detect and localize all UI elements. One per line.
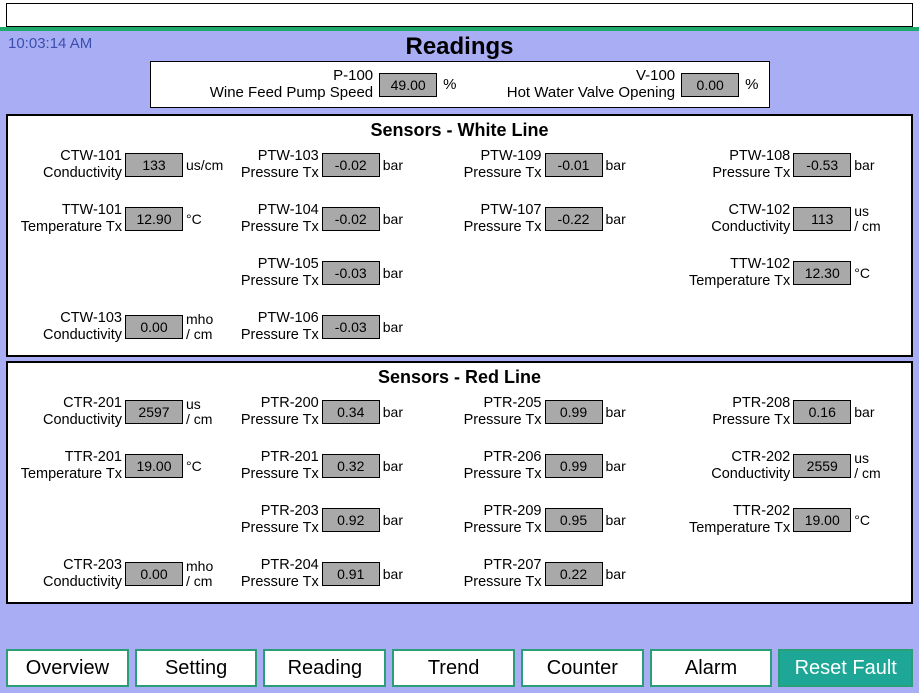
ptw-104-value[interactable]: -0.02 <box>322 207 380 231</box>
ptr-208-value[interactable]: 0.16 <box>793 400 851 424</box>
sensor-ctr-201: CTR-201Conductivity 2597 us/ cm <box>14 390 237 434</box>
nav-alarm[interactable]: Alarm <box>650 649 773 687</box>
ptr-204-value[interactable]: 0.91 <box>322 562 380 586</box>
ptw-106-value[interactable]: -0.03 <box>322 315 380 339</box>
ptw-103-value[interactable]: -0.02 <box>322 153 380 177</box>
header: 10:03:14 AM Readings P-100 Wine Feed Pum… <box>0 27 919 114</box>
sensor-ptw-104: PTW-104Pressure Tx -0.02 bar <box>237 197 460 241</box>
clock: 10:03:14 AM <box>2 33 162 52</box>
p100-label: P-100 Wine Feed Pump Speed <box>210 68 373 101</box>
nav-reading[interactable]: Reading <box>263 649 386 687</box>
sensor-ptr-201: PTR-201Pressure Tx 0.32 bar <box>237 444 460 488</box>
sensor-ptr-206: PTR-206Pressure Tx 0.99 bar <box>460 444 683 488</box>
p100-group: P-100 Wine Feed Pump Speed 49.00 % <box>161 68 457 101</box>
page-title: Readings <box>162 33 757 61</box>
setpoint-box: P-100 Wine Feed Pump Speed 49.00 % V-100… <box>150 61 770 108</box>
p100-desc: Wine Feed Pump Speed <box>210 84 373 101</box>
v100-group: V-100 Hot Water Valve Opening 0.00 % <box>463 68 759 101</box>
nav-setting[interactable]: Setting <box>135 649 258 687</box>
ttr-201-value[interactable]: 19.00 <box>125 454 183 478</box>
ctr-201-value[interactable]: 2597 <box>125 400 183 424</box>
white-grid: CTW-101Conductivity 133 us/cm PTW-103Pre… <box>14 143 905 349</box>
v100-desc: Hot Water Valve Opening <box>507 84 675 101</box>
sensor-ptw-106: PTW-106Pressure Tx -0.03 bar <box>237 305 460 349</box>
sensor-ptr-204: PTR-204Pressure Tx 0.91 bar <box>237 552 460 596</box>
ptr-201-value[interactable]: 0.32 <box>322 454 380 478</box>
hmi-app: 10:03:14 AM Readings P-100 Wine Feed Pum… <box>0 0 919 693</box>
sensor-ptr-207: PTR-207Pressure Tx 0.22 bar <box>460 552 683 596</box>
sensor-ptr-200: PTR-200Pressure Tx 0.34 bar <box>237 390 460 434</box>
nav-trend[interactable]: Trend <box>392 649 515 687</box>
ptr-203-value[interactable]: 0.92 <box>322 508 380 532</box>
p100-value[interactable]: 49.00 <box>379 73 437 97</box>
nav-overview[interactable]: Overview <box>6 649 129 687</box>
sensor-ctr-202: CTR-202Conductivity 2559 us/ cm <box>682 444 905 488</box>
ttw-102-value[interactable]: 12.30 <box>793 261 851 285</box>
sensor-ttw-102: TTW-102Temperature Tx 12.30 °C <box>682 251 905 295</box>
v100-value[interactable]: 0.00 <box>681 73 739 97</box>
panel-red: Sensors - Red Line CTR-201Conductivity 2… <box>6 361 913 604</box>
sensor-ptr-203: PTR-203Pressure Tx 0.92 bar <box>237 498 460 542</box>
sensor-ptr-205: PTR-205Pressure Tx 0.99 bar <box>460 390 683 434</box>
sensor-ptw-109: PTW-109Pressure Tx -0.01 bar <box>460 143 683 187</box>
nav-bar: Overview Setting Reading Trend Counter A… <box>0 645 919 693</box>
v100-tag: V-100 <box>507 68 675 85</box>
ptw-108-value[interactable]: -0.53 <box>793 153 851 177</box>
ptr-200-value[interactable]: 0.34 <box>322 400 380 424</box>
sensor-ptr-209: PTR-209Pressure Tx 0.95 bar <box>460 498 683 542</box>
ptw-105-value[interactable]: -0.03 <box>322 261 380 285</box>
ptr-209-value[interactable]: 0.95 <box>545 508 603 532</box>
sensor-ptw-108: PTW-108Pressure Tx -0.53 bar <box>682 143 905 187</box>
alarm-banner <box>6 3 913 27</box>
sensor-ttr-201: TTR-201Temperature Tx 19.00 °C <box>14 444 237 488</box>
panel-white-title: Sensors - White Line <box>14 120 905 141</box>
panel-red-title: Sensors - Red Line <box>14 367 905 388</box>
ctw-101-value[interactable]: 133 <box>125 153 183 177</box>
ctw-102-value[interactable]: 113 <box>793 207 851 231</box>
sensor-ctw-103: CTW-103Conductivity 0.00 mho/ cm <box>14 305 237 349</box>
sensor-ctw-102: CTW-102Conductivity 113 us/ cm <box>682 197 905 241</box>
sensor-ptw-105: PTW-105Pressure Tx -0.03 bar <box>237 251 460 295</box>
ptr-206-value[interactable]: 0.99 <box>545 454 603 478</box>
ctr-203-value[interactable]: 0.00 <box>125 562 183 586</box>
ctw-103-value[interactable]: 0.00 <box>125 315 183 339</box>
sensor-ptr-208: PTR-208Pressure Tx 0.16 bar <box>682 390 905 434</box>
panel-white: Sensors - White Line CTW-101Conductivity… <box>6 114 913 357</box>
nav-reset-fault[interactable]: Reset Fault <box>778 649 913 687</box>
sensor-ptw-103: PTW-103Pressure Tx -0.02 bar <box>237 143 460 187</box>
ptw-109-value[interactable]: -0.01 <box>545 153 603 177</box>
nav-counter[interactable]: Counter <box>521 649 644 687</box>
v100-unit: % <box>745 76 758 93</box>
sensor-ttw-101: TTW-101Temperature Tx 12.90 °C <box>14 197 237 241</box>
sensor-ctw-101: CTW-101Conductivity 133 us/cm <box>14 143 237 187</box>
sensor-ctr-203: CTR-203Conductivity 0.00 mho/ cm <box>14 552 237 596</box>
ptw-107-value[interactable]: -0.22 <box>545 207 603 231</box>
ttr-202-value[interactable]: 19.00 <box>793 508 851 532</box>
time-row: 10:03:14 AM Readings <box>2 33 917 61</box>
ptr-205-value[interactable]: 0.99 <box>545 400 603 424</box>
v100-label: V-100 Hot Water Valve Opening <box>507 68 675 101</box>
ttw-101-value[interactable]: 12.90 <box>125 207 183 231</box>
sensor-ptw-107: PTW-107Pressure Tx -0.22 bar <box>460 197 683 241</box>
p100-unit: % <box>443 76 456 93</box>
p100-tag: P-100 <box>210 68 373 85</box>
red-grid: CTR-201Conductivity 2597 us/ cm PTR-200P… <box>14 390 905 596</box>
sensor-ttr-202: TTR-202Temperature Tx 19.00 °C <box>682 498 905 542</box>
ctr-202-value[interactable]: 2559 <box>793 454 851 478</box>
panels: Sensors - White Line CTW-101Conductivity… <box>0 114 919 645</box>
ptr-207-value[interactable]: 0.22 <box>545 562 603 586</box>
